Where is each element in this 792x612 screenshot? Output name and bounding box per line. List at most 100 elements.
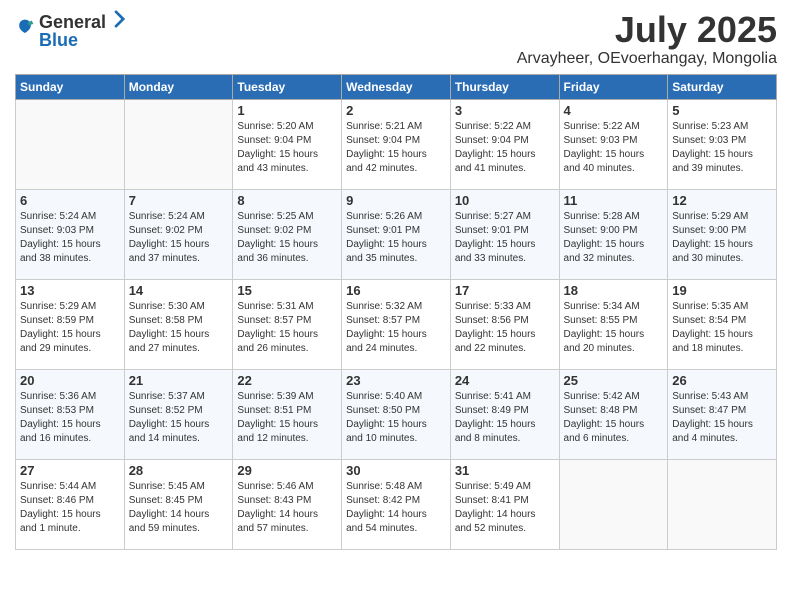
- day-number: 2: [346, 103, 446, 118]
- calendar-cell: 3Sunrise: 5:22 AM Sunset: 9:04 PM Daylig…: [450, 99, 559, 189]
- calendar-week-row: 20Sunrise: 5:36 AM Sunset: 8:53 PM Dayli…: [16, 369, 777, 459]
- calendar-cell: 11Sunrise: 5:28 AM Sunset: 9:00 PM Dayli…: [559, 189, 668, 279]
- calendar-cell: 14 Sunrise: 5:30 AM Sunset: 8:58 PM Dayli…: [124, 279, 233, 369]
- day-number: 14: [129, 283, 229, 298]
- calendar-cell: 12Sunrise: 5:29 AM Sunset: 9:00 PM Dayli…: [668, 189, 777, 279]
- logo-arrow-icon: [107, 10, 125, 28]
- day-number: 27: [20, 463, 120, 478]
- calendar-cell: 16 Sunrise: 5:32 AM Sunset: 8:57 PM Dayli…: [342, 279, 451, 369]
- day-number: 6: [20, 193, 120, 208]
- calendar-cell: 17Sunrise: 5:33 AM Sunset: 8:56 PM Dayli…: [450, 279, 559, 369]
- cell-info: Sunrise: 5:30 AM Sunset: 8:58 PM Dayligh…: [129, 300, 229, 356]
- day-number: 20: [20, 373, 120, 388]
- calendar-cell: 5 Sunrise: 5:23 AM Sunset: 9:03 PM Daylig…: [668, 99, 777, 189]
- cell-info: Sunrise: 5:22 AM Sunset: 9:04 PM Dayligh…: [455, 120, 555, 176]
- calendar-cell: 31 Sunrise: 5:49 AM Sunset: 8:41 PM Dayli…: [450, 459, 559, 549]
- cell-info: Sunrise: 5:46 AM Sunset: 8:43 PM Dayligh…: [237, 480, 337, 536]
- day-number: 22: [237, 373, 337, 388]
- day-number: 17: [455, 283, 555, 298]
- day-number: 5: [672, 103, 772, 118]
- cell-info: Sunrise: 5:43 AM Sunset: 8:47 PM Dayligh…: [672, 390, 772, 446]
- cell-info: Sunrise: 5:25 AM Sunset: 9:02 PM Dayligh…: [237, 210, 337, 266]
- calendar-cell: 22 Sunrise: 5:39 AM Sunset: 8:51 PM Dayli…: [233, 369, 342, 459]
- day-number: 24: [455, 373, 555, 388]
- cell-info: Sunrise: 5:26 AM Sunset: 9:01 PM Dayligh…: [346, 210, 446, 266]
- cell-info: Sunrise: 5:39 AM Sunset: 8:51 PM Dayligh…: [237, 390, 337, 446]
- day-number: 15: [237, 283, 337, 298]
- calendar-cell: 26 Sunrise: 5:43 AM Sunset: 8:47 PM Dayli…: [668, 369, 777, 459]
- day-number: 10: [455, 193, 555, 208]
- calendar-cell: 15 Sunrise: 5:31 AM Sunset: 8:57 PM Dayli…: [233, 279, 342, 369]
- calendar-cell: 21 Sunrise: 5:37 AM Sunset: 8:52 PM Dayli…: [124, 369, 233, 459]
- calendar-col-header: Tuesday: [233, 74, 342, 99]
- day-number: 19: [672, 283, 772, 298]
- calendar-cell: [559, 459, 668, 549]
- day-number: 25: [564, 373, 664, 388]
- calendar-cell: 24 Sunrise: 5:41 AM Sunset: 8:49 PM Dayli…: [450, 369, 559, 459]
- calendar-cell: 7Sunrise: 5:24 AM Sunset: 9:02 PM Daylig…: [124, 189, 233, 279]
- logo-icon: [15, 18, 35, 38]
- calendar-cell: 25 Sunrise: 5:42 AM Sunset: 8:48 PM Dayli…: [559, 369, 668, 459]
- cell-info: Sunrise: 5:23 AM Sunset: 9:03 PM Dayligh…: [672, 120, 772, 176]
- calendar-cell: 27 Sunrise: 5:44 AM Sunset: 8:46 PM Dayli…: [16, 459, 125, 549]
- cell-info: Sunrise: 5:21 AM Sunset: 9:04 PM Dayligh…: [346, 120, 446, 176]
- title-area: July 2025 Arvayheer, OEvoerhangay, Mongo…: [517, 10, 777, 68]
- day-number: 16: [346, 283, 446, 298]
- calendar-cell: 2 Sunrise: 5:21 AM Sunset: 9:04 PM Daylig…: [342, 99, 451, 189]
- day-number: 21: [129, 373, 229, 388]
- calendar-col-header: Friday: [559, 74, 668, 99]
- calendar-cell: [124, 99, 233, 189]
- cell-info: Sunrise: 5:44 AM Sunset: 8:46 PM Dayligh…: [20, 480, 120, 536]
- day-number: 31: [455, 463, 555, 478]
- calendar-body: 1Sunrise: 5:20 AM Sunset: 9:04 PM Daylig…: [16, 99, 777, 549]
- calendar-cell: 6Sunrise: 5:24 AM Sunset: 9:03 PM Daylig…: [16, 189, 125, 279]
- calendar-cell: 20Sunrise: 5:36 AM Sunset: 8:53 PM Dayli…: [16, 369, 125, 459]
- cell-info: Sunrise: 5:41 AM Sunset: 8:49 PM Dayligh…: [455, 390, 555, 446]
- location-subtitle: Arvayheer, OEvoerhangay, Mongolia: [517, 50, 777, 68]
- day-number: 4: [564, 103, 664, 118]
- cell-info: Sunrise: 5:27 AM Sunset: 9:01 PM Dayligh…: [455, 210, 555, 266]
- day-number: 18: [564, 283, 664, 298]
- calendar-cell: 10 Sunrise: 5:27 AM Sunset: 9:01 PM Dayli…: [450, 189, 559, 279]
- calendar-cell: [668, 459, 777, 549]
- cell-info: Sunrise: 5:49 AM Sunset: 8:41 PM Dayligh…: [455, 480, 555, 536]
- calendar-cell: 29 Sunrise: 5:46 AM Sunset: 8:43 PM Dayli…: [233, 459, 342, 549]
- calendar-col-header: Monday: [124, 74, 233, 99]
- calendar-cell: 4Sunrise: 5:22 AM Sunset: 9:03 PM Daylig…: [559, 99, 668, 189]
- day-number: 13: [20, 283, 120, 298]
- calendar-table: SundayMondayTuesdayWednesdayThursdayFrid…: [15, 74, 777, 550]
- day-number: 8: [237, 193, 337, 208]
- calendar-cell: 18 Sunrise: 5:34 AM Sunset: 8:55 PM Dayli…: [559, 279, 668, 369]
- calendar-header-row: SundayMondayTuesdayWednesdayThursdayFrid…: [16, 74, 777, 99]
- day-number: 29: [237, 463, 337, 478]
- day-number: 12: [672, 193, 772, 208]
- calendar-col-header: Wednesday: [342, 74, 451, 99]
- day-number: 28: [129, 463, 229, 478]
- day-number: 26: [672, 373, 772, 388]
- cell-info: Sunrise: 5:37 AM Sunset: 8:52 PM Dayligh…: [129, 390, 229, 446]
- calendar-cell: 19Sunrise: 5:35 AM Sunset: 8:54 PM Dayli…: [668, 279, 777, 369]
- day-number: 11: [564, 193, 664, 208]
- cell-info: Sunrise: 5:32 AM Sunset: 8:57 PM Dayligh…: [346, 300, 446, 356]
- cell-info: Sunrise: 5:40 AM Sunset: 8:50 PM Dayligh…: [346, 390, 446, 446]
- day-number: 1: [237, 103, 337, 118]
- logo: General Blue: [15, 10, 125, 51]
- calendar-cell: 1Sunrise: 5:20 AM Sunset: 9:04 PM Daylig…: [233, 99, 342, 189]
- cell-info: Sunrise: 5:48 AM Sunset: 8:42 PM Dayligh…: [346, 480, 446, 536]
- calendar-cell: 30 Sunrise: 5:48 AM Sunset: 8:42 PM Dayli…: [342, 459, 451, 549]
- cell-info: Sunrise: 5:24 AM Sunset: 9:02 PM Dayligh…: [129, 210, 229, 266]
- day-number: 23: [346, 373, 446, 388]
- calendar-week-row: 1Sunrise: 5:20 AM Sunset: 9:04 PM Daylig…: [16, 99, 777, 189]
- cell-info: Sunrise: 5:31 AM Sunset: 8:57 PM Dayligh…: [237, 300, 337, 356]
- page-header: General Blue July 2025 Arvayheer, OEvoer…: [15, 10, 777, 68]
- calendar-col-header: Sunday: [16, 74, 125, 99]
- calendar-col-header: Thursday: [450, 74, 559, 99]
- calendar-col-header: Saturday: [668, 74, 777, 99]
- calendar-week-row: 13Sunrise: 5:29 AM Sunset: 8:59 PM Dayli…: [16, 279, 777, 369]
- cell-info: Sunrise: 5:42 AM Sunset: 8:48 PM Dayligh…: [564, 390, 664, 446]
- calendar-cell: 23 Sunrise: 5:40 AM Sunset: 8:50 PM Dayli…: [342, 369, 451, 459]
- day-number: 30: [346, 463, 446, 478]
- cell-info: Sunrise: 5:34 AM Sunset: 8:55 PM Dayligh…: [564, 300, 664, 356]
- calendar-cell: [16, 99, 125, 189]
- calendar-week-row: 6Sunrise: 5:24 AM Sunset: 9:03 PM Daylig…: [16, 189, 777, 279]
